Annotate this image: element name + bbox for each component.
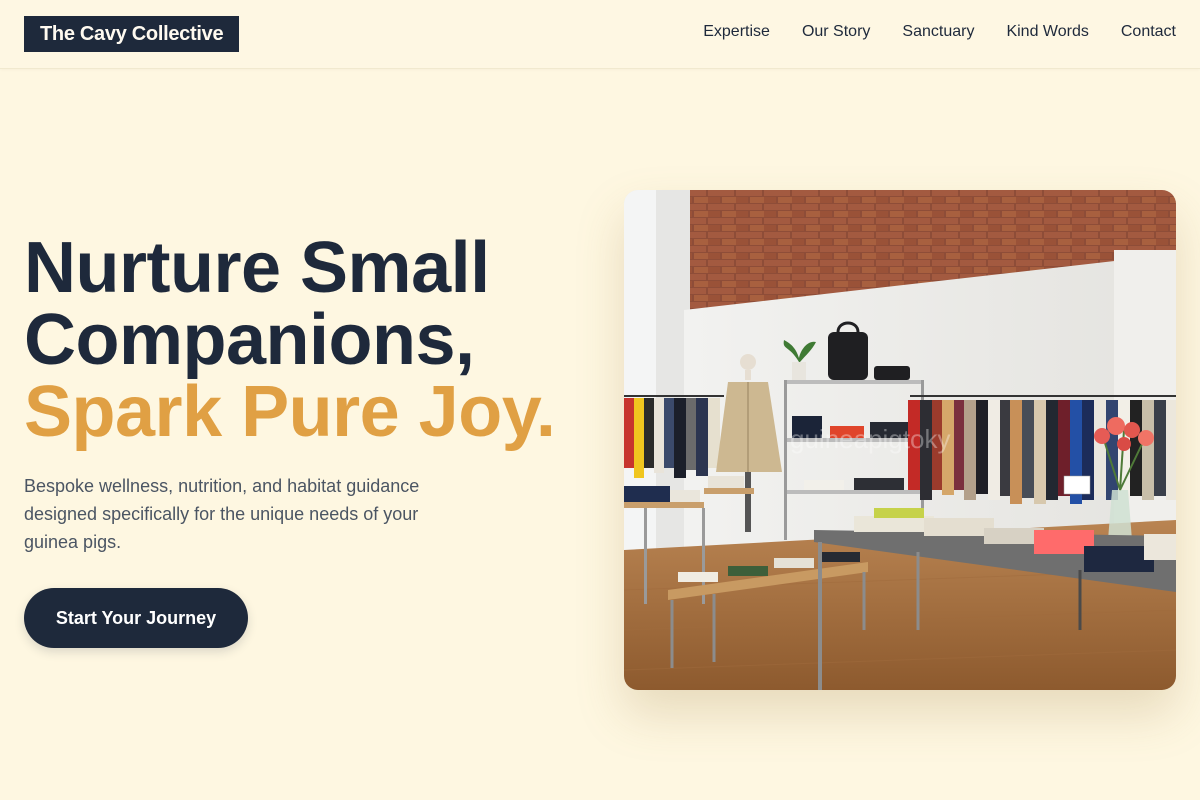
hero-subtitle: Bespoke wellness, nutrition, and habitat…: [24, 476, 420, 552]
hero-title-accent: Spark Pure Joy.: [24, 372, 556, 452]
boutique-photo: guineapigtoky: [624, 190, 1176, 690]
hero-title: Nurture Small Companions, Spark Pure Joy…: [24, 232, 604, 448]
nav-link-expertise[interactable]: Expertise: [703, 23, 770, 41]
nav-link-sanctuary[interactable]: Sanctuary: [902, 23, 974, 41]
hero-image: guineapigtoky: [624, 190, 1176, 690]
image-watermark: guineapigtoky: [790, 424, 950, 454]
main-nav: Expertise Our Story Sanctuary Kind Words…: [703, 0, 1176, 64]
nav-link-our-story[interactable]: Our Story: [802, 23, 870, 41]
hero-title-line-1: Nurture Small: [24, 228, 490, 308]
nav-link-contact[interactable]: Contact: [1121, 23, 1176, 41]
nav-link-kind-words[interactable]: Kind Words: [1006, 23, 1088, 41]
site-header: The Cavy Collective Expertise Our Story …: [0, 0, 1200, 69]
brand-logo[interactable]: The Cavy Collective: [24, 16, 240, 52]
start-journey-button[interactable]: Start Your Journey: [24, 588, 248, 648]
hero-title-line-2: Companions,: [24, 300, 475, 380]
